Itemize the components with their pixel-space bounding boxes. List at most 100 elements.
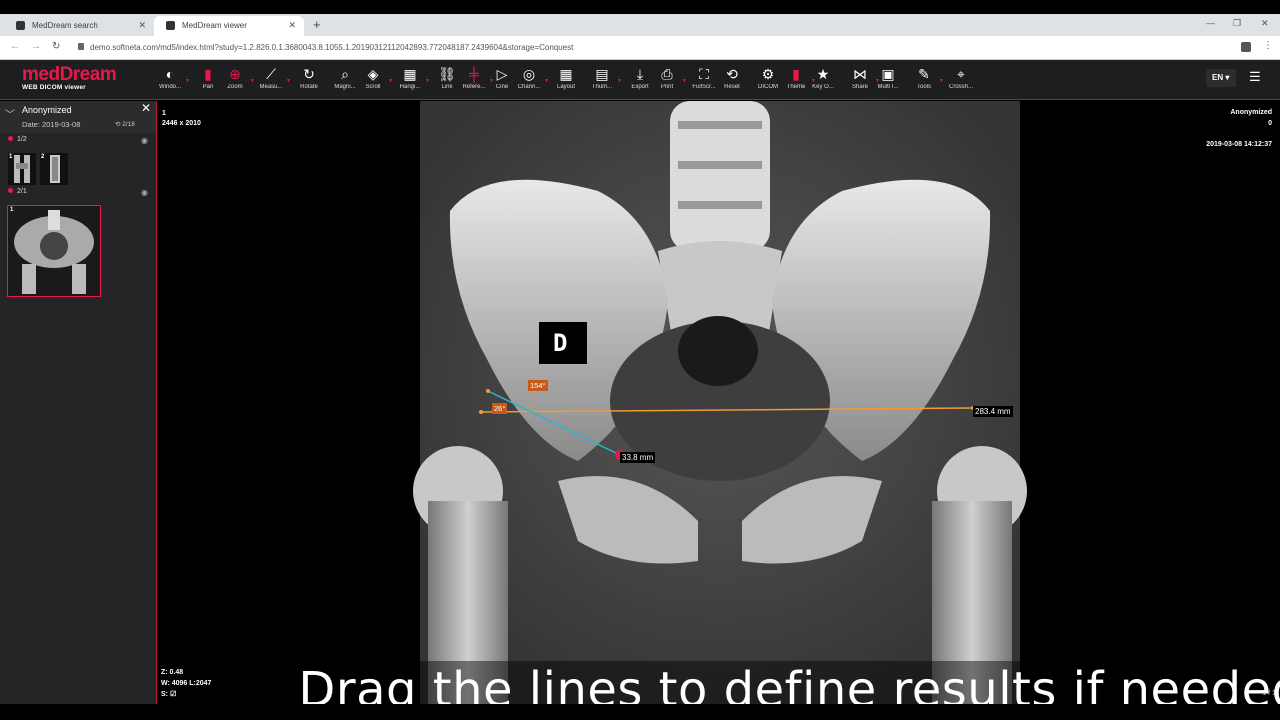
channels-icon: ◎ [522, 66, 536, 82]
meddream-favicon-icon [166, 21, 175, 30]
series-thumbnail[interactable]: 1 [8, 153, 36, 185]
measure-handle[interactable] [479, 410, 483, 414]
tool-button[interactable]: ⌖ Crossh... [946, 64, 976, 90]
dropdown-caret-icon[interactable]: ▼ [185, 78, 190, 84]
tool-label: Export [631, 84, 649, 90]
tool-button[interactable]: ↻ Rotate [294, 64, 324, 90]
tool-button[interactable]: ▣ Multi I... [873, 64, 903, 90]
browser-menu-icon[interactable]: ⋮ [1263, 40, 1273, 51]
angle-label-acute[interactable]: 26° [492, 403, 508, 414]
tool-button[interactable]: ▦ Layout [551, 64, 581, 90]
series-count-value: 2/18 [122, 121, 135, 128]
reload-icon[interactable]: ↻ [52, 41, 60, 52]
tool-button[interactable]: ◈ Scroll ▼ [358, 64, 393, 90]
measure-handle[interactable] [486, 389, 490, 393]
tool-button[interactable]: ⛓ Link [432, 64, 462, 90]
tool-button[interactable]: ⌕ Magni... [330, 64, 360, 90]
angle-label-obtuse[interactable]: 154° [528, 380, 548, 391]
account-icon[interactable] [1241, 42, 1251, 52]
tool-label: Rotate [300, 84, 318, 90]
dropdown-caret-icon[interactable]: ▼ [286, 78, 291, 84]
close-window-icon[interactable]: ✕ [1261, 18, 1269, 29]
tool-button[interactable]: ◎ Chann... ▼ [514, 64, 549, 90]
multi-image-icon: ▣ [881, 66, 895, 82]
close-tab-icon[interactable]: ✕ [288, 20, 296, 31]
reset-icon: ⟲ [726, 66, 738, 82]
tool-label: Hangi... [399, 84, 421, 90]
tool-button[interactable]: ▷ Cine [487, 64, 517, 90]
dropdown-caret-icon[interactable]: ▼ [388, 78, 393, 84]
dropdown-caret-icon[interactable]: ▼ [682, 78, 687, 84]
new-tab-icon[interactable]: + [313, 17, 321, 32]
series-group-label: 2/1 [17, 188, 27, 195]
tool-button[interactable]: ⊕ Zoom ▼ [220, 64, 255, 90]
tool-label: Chann... [517, 84, 541, 90]
series-group-1[interactable]: 1/2 [8, 136, 27, 143]
tool-button[interactable]: ⟲ Reset [717, 64, 747, 90]
dropdown-caret-icon[interactable]: ▼ [617, 78, 622, 84]
maximize-icon[interactable]: ❐ [1233, 18, 1241, 29]
tool-button[interactable]: ★ Key O... [808, 64, 838, 90]
layers-icon: ◈ [367, 66, 379, 82]
tool-label: DICOM [758, 84, 778, 90]
address-bar: ← → ↻ demo.softneta.com/md5/index.html?s… [0, 36, 1280, 60]
url-field[interactable]: demo.softneta.com/md5/index.html?study=1… [90, 43, 573, 52]
tool-label: FullScr... [692, 84, 716, 90]
tool-button[interactable]: ⟋ Measu... ▼ [256, 64, 291, 90]
thumb-index: 1 [10, 207, 14, 213]
series-dot-icon [8, 136, 13, 141]
settings-sliders-icon[interactable]: ☰ [1249, 69, 1261, 85]
gear-icon: ⚙ [761, 66, 775, 82]
magnifier-icon: ⌕ [341, 66, 349, 82]
share-icon: ⋈ [853, 66, 867, 82]
eye-icon[interactable]: ◉ [141, 188, 148, 197]
back-icon[interactable]: ← [10, 41, 20, 52]
pelvis-xray-image [413, 101, 1027, 704]
tool-label: Cine [495, 84, 509, 90]
grid-icon: ▦ [559, 66, 573, 82]
series-group-2[interactable]: 2/1 [8, 188, 27, 195]
length-label-short[interactable]: 33.8 mm [620, 452, 656, 463]
tool-label: Layout [556, 84, 575, 90]
image-viewport[interactable]: 1 2446 x 2010 Anonymized 0 2019-03-08 14… [158, 101, 1280, 704]
series-thumbnail-selected[interactable]: 1 [7, 205, 101, 297]
series-thumbnail[interactable]: 2 [40, 153, 68, 185]
tool-button[interactable]: ▦ Hangi... ▼ [395, 64, 430, 90]
tool-button[interactable]: ⤓ Export [625, 64, 655, 90]
tool-button[interactable]: ✎ Tools ▼ [909, 64, 944, 90]
close-tab-icon[interactable]: ✕ [138, 20, 146, 31]
length-label-long[interactable]: 283.4 mm [973, 406, 1013, 417]
app-toolbar: medDream WEB DICOM viewer ◐ Windo... ▼ ▮ Pan… [0, 60, 1280, 100]
language-select[interactable]: EN ▾ [1206, 69, 1236, 87]
tool-button[interactable]: ▮ Pan [193, 64, 223, 90]
dropdown-caret-icon[interactable]: ▼ [250, 78, 255, 84]
dropdown-caret-icon[interactable]: ▼ [939, 78, 944, 84]
close-icon[interactable]: ✕ [141, 101, 151, 115]
eye-icon[interactable]: ◉ [141, 136, 148, 145]
tool-button[interactable]: ⎙ Print ▼ [652, 64, 687, 90]
dropdown-caret-icon[interactable]: ▼ [425, 78, 430, 84]
minimize-icon[interactable]: — [1206, 18, 1215, 28]
dropdown-caret-icon[interactable]: ▼ [544, 78, 549, 84]
tool-button[interactable]: ◐ Windo... ▼ [155, 64, 190, 90]
tab-title: MedDream viewer [182, 21, 247, 30]
tool-label: Key O... [812, 84, 834, 90]
series-count: ⟲ 2/18 [115, 121, 135, 128]
tool-button[interactable]: ▮ Theme ▼ [781, 64, 816, 90]
video-caption: Drag the lines to define results if need… [276, 661, 1280, 704]
browser-tab-viewer[interactable]: MedDream viewer ✕ [154, 16, 304, 36]
forward-icon[interactable]: → [31, 41, 41, 52]
tool-button[interactable]: ⚙ DICOM [753, 64, 783, 90]
chevron-down-icon[interactable]: ﹀ [5, 106, 15, 121]
hanging-protocol-icon: ▦ [403, 66, 417, 82]
window-level: W: 4096 L:2047 [161, 680, 212, 687]
tool-button[interactable]: ╪ Refere... ▼ [459, 64, 494, 90]
browser-tab-search[interactable]: MedDream search ✕ [4, 16, 154, 36]
tool-button[interactable]: ⋈ Share ▼ [845, 64, 880, 90]
crosshair-icon: ⌖ [957, 66, 965, 82]
print-icon: ⎙ [661, 66, 673, 82]
study-header[interactable]: ﹀ Anonymized Date: 2019-03-08 ⟲ 2/18 ✕ [0, 101, 156, 133]
browser-tab-bar: MedDream search ✕ MedDream viewer ✕ + — … [0, 14, 1280, 36]
tool-button[interactable]: ▤ Thum... ▼ [587, 64, 622, 90]
tool-button[interactable]: ⛶ FullScr... [689, 64, 719, 90]
